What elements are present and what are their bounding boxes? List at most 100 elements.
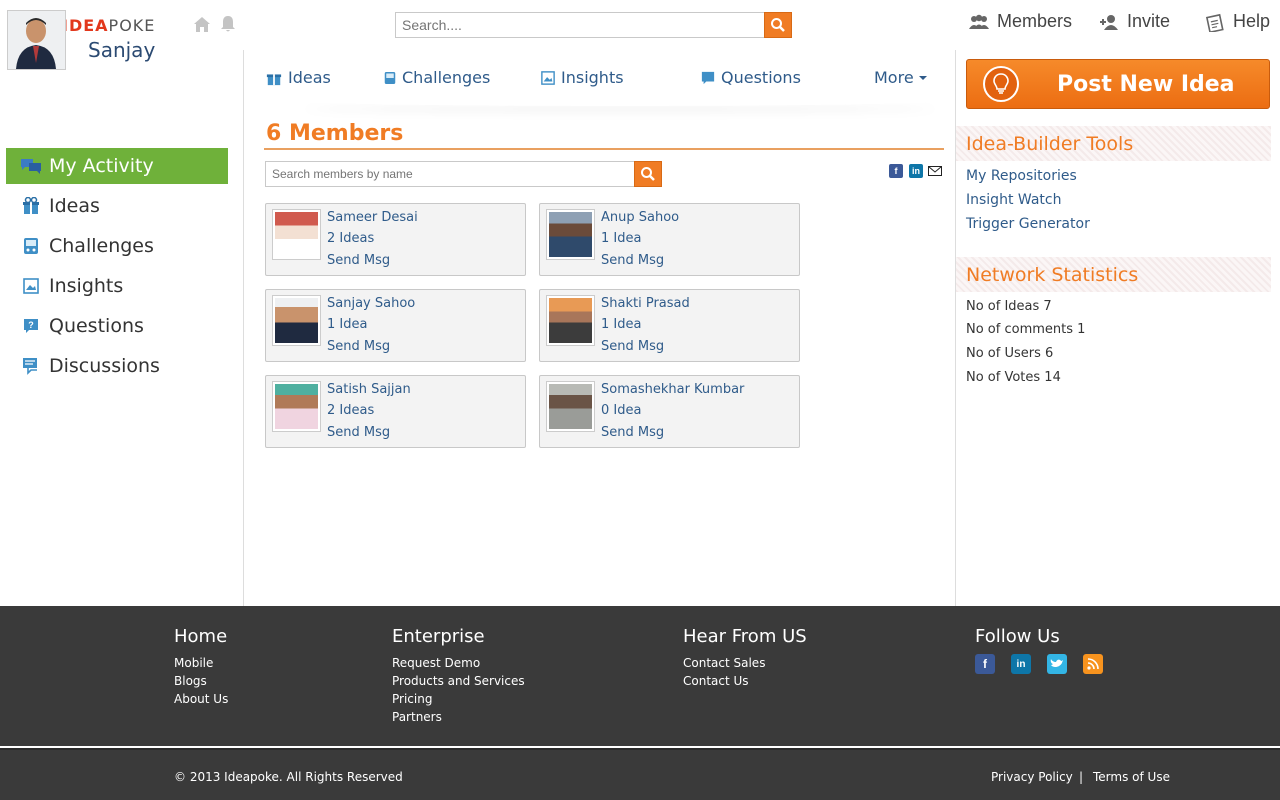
- member-name[interactable]: Sameer Desai: [327, 210, 418, 225]
- avatar-photo-icon: [8, 11, 65, 69]
- member-idea-count: 2 Ideas: [327, 231, 375, 246]
- member-name[interactable]: Satish Sajjan: [327, 382, 411, 397]
- members-nav-link[interactable]: Members: [969, 11, 1072, 32]
- footer-link-products-services[interactable]: Products and Services: [392, 674, 525, 688]
- tab-challenges[interactable]: Challenges: [384, 68, 490, 87]
- tab-label: Questions: [721, 68, 801, 87]
- member-idea-count: 0 Idea: [601, 403, 642, 418]
- email-share-icon[interactable]: [928, 164, 942, 178]
- global-search-button[interactable]: [764, 12, 792, 38]
- member-idea-count: 1 Idea: [601, 231, 642, 246]
- member-name[interactable]: Anup Sahoo: [601, 210, 679, 225]
- send-msg-link[interactable]: Send Msg: [327, 253, 390, 268]
- user-name[interactable]: Sanjay: [88, 38, 155, 62]
- member-photo[interactable]: [272, 209, 321, 260]
- add-user-icon: [1100, 14, 1118, 30]
- footer-home-heading[interactable]: Home: [174, 626, 227, 647]
- linkedin-share-icon[interactable]: in: [909, 164, 923, 178]
- help-nav-link[interactable]: Help: [1205, 11, 1270, 32]
- member-name[interactable]: Sanjay Sahoo: [327, 296, 415, 311]
- help-note-icon: [1205, 13, 1224, 32]
- svg-text:?: ?: [28, 320, 34, 330]
- member-photo[interactable]: [546, 295, 595, 346]
- sidebar-item-questions[interactable]: ? Questions: [6, 308, 228, 344]
- send-msg-link[interactable]: Send Msg: [327, 339, 390, 354]
- search-icon: [771, 18, 785, 32]
- network-statistics-heading: Network Statistics: [956, 257, 1271, 292]
- header: IDEAPOKE Members Invite Help: [0, 0, 1280, 50]
- sidebar-item-label: Ideas: [49, 195, 100, 217]
- linkedin-icon[interactable]: in: [1011, 654, 1031, 674]
- question-icon: ?: [20, 316, 42, 336]
- image-icon: [20, 276, 42, 296]
- member-search-input[interactable]: [265, 161, 635, 187]
- bell-icon[interactable]: [218, 14, 238, 34]
- footer-link-about-us[interactable]: About Us: [174, 692, 228, 706]
- footer-link-pricing[interactable]: Pricing: [392, 692, 432, 706]
- sidebar-item-challenges[interactable]: Challenges: [6, 228, 228, 264]
- user-avatar[interactable]: [7, 10, 66, 70]
- member-card: Sameer Desai 2 Ideas Send Msg: [265, 203, 526, 276]
- footer-link-request-demo[interactable]: Request Demo: [392, 656, 480, 670]
- footer-link-contact-us[interactable]: Contact Us: [683, 674, 749, 688]
- tab-ideas[interactable]: Ideas: [266, 68, 331, 87]
- member-photo[interactable]: [546, 381, 595, 432]
- footer-enterprise-heading: Enterprise: [392, 626, 485, 647]
- tab-label: Insights: [561, 68, 624, 87]
- stat-users: No of Users 6: [966, 346, 1054, 361]
- member-name[interactable]: Somashekhar Kumbar: [601, 382, 744, 397]
- member-photo-image: [275, 384, 318, 429]
- sidebar-item-insights[interactable]: Insights: [6, 268, 228, 304]
- home-icon[interactable]: [192, 14, 212, 34]
- member-card: Anup Sahoo 1 Idea Send Msg: [539, 203, 800, 276]
- invite-nav-link[interactable]: Invite: [1099, 11, 1170, 32]
- send-msg-link[interactable]: Send Msg: [327, 425, 390, 440]
- member-card: Sanjay Sahoo 1 Idea Send Msg: [265, 289, 526, 362]
- discussion-icon: [20, 356, 42, 376]
- tool-link-my-repositories[interactable]: My Repositories: [966, 168, 1077, 184]
- member-search-button[interactable]: [634, 161, 662, 187]
- sidebar-item-label: My Activity: [49, 155, 154, 177]
- member-photo[interactable]: [272, 295, 321, 346]
- sidebar-item-ideas[interactable]: Ideas: [6, 188, 228, 224]
- sidebar-item-discussions[interactable]: Discussions: [6, 348, 228, 384]
- logo-text: IDEAPOKE: [62, 15, 156, 35]
- search-icon: [641, 167, 655, 181]
- global-search-input[interactable]: [395, 12, 765, 38]
- send-msg-link[interactable]: Send Msg: [601, 253, 664, 268]
- help-nav-label: Help: [1233, 11, 1271, 31]
- member-photo[interactable]: [272, 381, 321, 432]
- post-new-idea-label: Post New Idea: [1057, 71, 1235, 97]
- footer-link-blogs[interactable]: Blogs: [174, 674, 207, 688]
- gift-icon: [20, 196, 42, 216]
- member-card: Satish Sajjan 2 Ideas Send Msg: [265, 375, 526, 448]
- member-photo[interactable]: [546, 209, 595, 260]
- facebook-icon[interactable]: f: [975, 654, 995, 674]
- send-msg-link[interactable]: Send Msg: [601, 425, 664, 440]
- tab-insights[interactable]: Insights: [541, 68, 624, 87]
- lightbulb-icon: [983, 66, 1019, 102]
- footer-link-mobile[interactable]: Mobile: [174, 656, 213, 670]
- tool-link-insight-watch[interactable]: Insight Watch: [966, 192, 1061, 208]
- tab-label: Ideas: [288, 68, 331, 87]
- twitter-icon[interactable]: [1047, 654, 1067, 674]
- facebook-share-icon[interactable]: f: [889, 164, 903, 178]
- send-msg-link[interactable]: Send Msg: [601, 339, 664, 354]
- tool-link-trigger-generator[interactable]: Trigger Generator: [966, 216, 1090, 232]
- tab-more[interactable]: More: [874, 68, 934, 87]
- sidebar-item-label: Challenges: [49, 235, 154, 257]
- footer-link-contact-sales[interactable]: Contact Sales: [683, 656, 765, 670]
- terms-of-use-link[interactable]: Terms of Use: [1093, 770, 1170, 784]
- member-photo-image: [549, 384, 592, 429]
- title-divider: [264, 148, 944, 150]
- sidebar-item-my-activity[interactable]: My Activity: [6, 148, 228, 184]
- privacy-policy-link[interactable]: Privacy Policy: [991, 770, 1073, 784]
- stat-ideas: No of Ideas 7: [966, 299, 1052, 314]
- footer-link-partners[interactable]: Partners: [392, 710, 442, 724]
- tab-questions[interactable]: Questions: [701, 68, 801, 87]
- members-title: 6 Members: [266, 121, 404, 146]
- idea-builder-tools-heading: Idea-Builder Tools: [956, 126, 1271, 161]
- post-new-idea-button[interactable]: Post New Idea: [966, 59, 1270, 109]
- member-name[interactable]: Shakti Prasad: [601, 296, 690, 311]
- rss-icon[interactable]: [1083, 654, 1103, 674]
